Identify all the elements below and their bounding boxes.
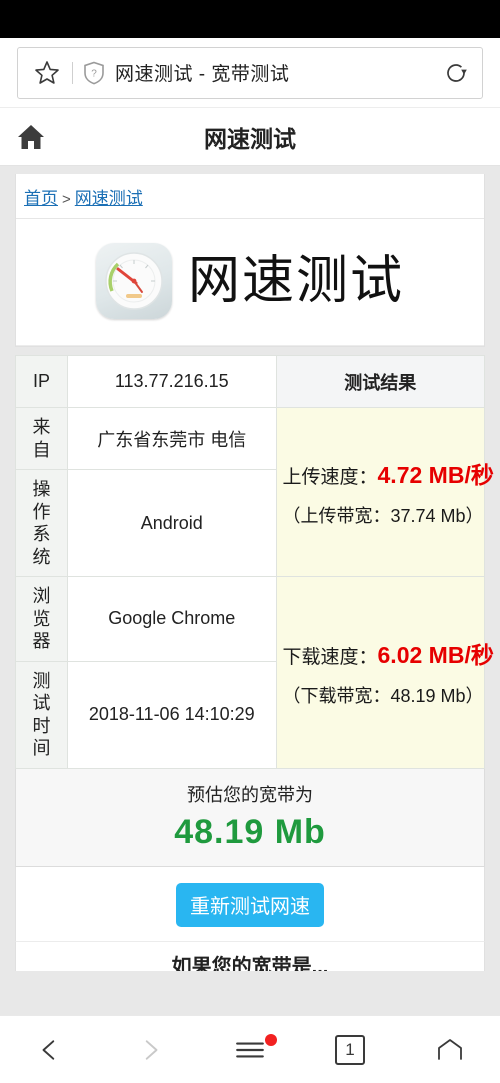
upload-speed-value: 4.72 MB/秒 (377, 462, 494, 488)
star-icon[interactable] (34, 60, 60, 86)
row-value-location: 广东省东莞市 电信 (67, 407, 277, 470)
row-value-os: Android (67, 469, 277, 577)
breadcrumb-home[interactable]: 首页 (24, 189, 58, 208)
results-table-wrap: IP 113.77.216.15 测试结果 来自 广东省东莞市 电信 上传速度：… (15, 347, 494, 971)
hamburger-menu-icon (236, 1042, 264, 1057)
site-header: 网速测试 (0, 108, 500, 166)
page-title: 网速测试 (204, 125, 296, 152)
browser-toolbar: ? 网速测试 - 宽带测试 (0, 38, 500, 108)
upload-bandwidth: （上传带宽：37.74 Mb） (282, 506, 484, 526)
back-chevron-icon (42, 1039, 55, 1060)
row-label-time: 测试时间 (15, 660, 68, 769)
address-bar[interactable]: ? 网速测试 - 宽带测试 (17, 46, 483, 99)
results-table: IP 113.77.216.15 测试结果 来自 广东省东莞市 电信 上传速度：… (15, 355, 494, 769)
home-outline-icon (438, 1038, 462, 1060)
row-label-browser: 浏览器 (15, 576, 68, 662)
row-label-ip: IP (15, 355, 68, 408)
summary-lead: 预估您的宽带为 (187, 784, 313, 805)
mobile-browser-screen: ? 网速测试 - 宽带测试 网速测试 首页 > 网速测试 网速测试 IP 113… (0, 0, 500, 1083)
tab-count: 1 (335, 1034, 365, 1065)
breadcrumb: 首页 > 网速测试 (16, 174, 484, 219)
download-result-cell: 下载速度：6.02 MB/秒 （下载带宽：48.19 Mb） (275, 576, 494, 769)
row-value-ip: 113.77.216.15 (67, 355, 277, 408)
row-label-location: 来自 (15, 407, 68, 470)
address-bar-title[interactable]: 网速测试 - 宽带测试 (115, 59, 436, 86)
home-icon[interactable] (8, 114, 54, 160)
download-speed-value: 6.02 MB/秒 (377, 642, 494, 669)
status-bar (0, 0, 500, 38)
download-bandwidth: （下载带宽：48.19 Mb） (282, 686, 484, 707)
bottom-navigation-bar: 1 (0, 1015, 500, 1083)
shield-question-icon[interactable]: ? (83, 61, 105, 85)
upload-result-cell: 上传速度：4.72 MB/秒 （上传带宽：37.74 Mb） (275, 407, 494, 577)
back-button[interactable] (0, 1016, 100, 1083)
upload-label: 上传速度： (282, 467, 378, 488)
action-row: 重新测试网速 (15, 866, 485, 941)
page-body: 首页 > 网速测试 网速测试 IP 113.77.216.15 测试结果 来 自… (0, 166, 500, 1083)
retest-button[interactable]: 重新测试网速 (176, 882, 324, 927)
download-label: 下载速度： (282, 647, 378, 669)
upload-speed-line: 上传速度：4.72 MB/秒 (282, 456, 494, 490)
forward-chevron-icon (145, 1039, 158, 1060)
download-speed-line: 下载速度：6.02 MB/秒 (282, 636, 494, 670)
breadcrumb-current[interactable]: 网速测试 (75, 189, 143, 208)
breadcrumb-separator: > (62, 191, 71, 208)
logo-block: 网速测试 (16, 219, 484, 346)
tab-switcher-button[interactable]: 1 (300, 1016, 400, 1083)
row-value-time: 2018-11-06 14:10:29 (67, 660, 277, 769)
logo-title: 网速测试 (187, 252, 404, 310)
clipped-section-text: 如果您的宽带是... (171, 955, 329, 971)
toolbar-divider (72, 61, 73, 84)
clipped-section: 如果您的宽带是... (15, 940, 485, 971)
menu-notification-badge (265, 1034, 277, 1046)
home-button[interactable] (400, 1016, 500, 1083)
result-header: 测试结果 (275, 355, 485, 408)
reload-icon[interactable] (442, 59, 470, 87)
svg-text:?: ? (91, 68, 97, 79)
speedometer-icon (95, 243, 172, 319)
row-label-os: 操作系统 (15, 469, 68, 577)
summary-value: 48.19 Mb (174, 812, 326, 851)
summary-band: 预估您的宽带为 48.19 Mb (15, 768, 485, 867)
table-row: 浏览器 Google Chrome 下载速度：6.02 MB/秒 （下载带宽：4… (15, 576, 494, 769)
content-card: 首页 > 网速测试 网速测试 (15, 174, 485, 347)
table-row: IP 113.77.216.15 测试结果 (15, 355, 485, 408)
row-value-browser: Google Chrome (67, 576, 277, 662)
forward-button[interactable] (100, 1016, 200, 1083)
menu-button[interactable] (200, 1016, 300, 1083)
table-row: 来自 广东省东莞市 电信 上传速度：4.72 MB/秒 （上传带宽：37.74 … (15, 407, 494, 577)
